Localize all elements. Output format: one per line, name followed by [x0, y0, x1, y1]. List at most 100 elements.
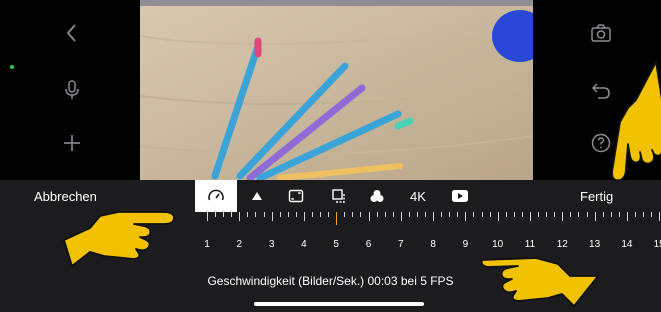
ruler-tick: [416, 212, 418, 217]
ruler-tick: [610, 212, 612, 217]
ruler-tick: [271, 212, 273, 221]
ruler-tick: [368, 212, 370, 221]
ruler-tick: [497, 212, 499, 221]
tab-speed[interactable]: [195, 180, 237, 212]
preview-image: [140, 6, 533, 180]
ruler-label-1: 1: [204, 239, 210, 250]
ruler-tick: [594, 212, 596, 221]
ruler-tick: [449, 212, 451, 217]
ruler-tick: [231, 212, 233, 217]
ruler-tick: [530, 212, 531, 221]
camera-preview: [140, 6, 533, 180]
ruler-tick: [433, 212, 435, 221]
ruler-tick: [546, 212, 548, 217]
ruler-tick: [505, 212, 507, 217]
ruler-tick: [311, 212, 313, 217]
ruler-tick: [255, 212, 257, 217]
ruler-tick: [538, 212, 540, 217]
pointing-hand-annotation: [480, 257, 599, 307]
ruler-tick: [279, 212, 281, 217]
tab-color-filter[interactable]: [366, 182, 388, 210]
triangle-up-icon: [252, 192, 262, 200]
back-button[interactable]: [57, 18, 87, 48]
ruler-tick: [465, 212, 467, 221]
ruler-label-14: 14: [621, 239, 633, 250]
tab-resolution[interactable]: 4K: [405, 182, 431, 210]
ruler-label-6: 6: [365, 239, 372, 250]
ruler-tick: [425, 212, 427, 217]
ruler-tick: [239, 212, 241, 221]
ruler-label-9: 9: [462, 239, 469, 250]
ruler-label-11: 11: [524, 239, 536, 250]
ruler-tick: [562, 212, 564, 221]
ruler-label-8: 8: [430, 239, 436, 250]
ruler-tick: [295, 212, 297, 217]
play-icon: [452, 190, 468, 202]
pointing-hand-annotation: [611, 61, 661, 182]
ruler-tick: [570, 212, 572, 217]
ruler-tick: [643, 212, 645, 217]
ruler-tick: [618, 212, 620, 217]
camera-switch-button[interactable]: [586, 18, 616, 48]
ruler-tick: [215, 212, 217, 217]
ruler-tick: [457, 212, 459, 217]
speed-ruler-slider[interactable]: 123456789101112131415: [200, 212, 661, 257]
ruler-label-7: 7: [398, 239, 404, 250]
ruler-tick: [659, 212, 661, 221]
ruler-tick: [247, 212, 249, 217]
ruler-tick: [328, 212, 330, 217]
ruler-tick: [602, 212, 604, 217]
ruler-tick: [441, 212, 443, 217]
ruler-label-3: 3: [268, 239, 275, 250]
ruler-tick: [513, 212, 515, 217]
plus-icon: [64, 135, 80, 151]
resolution-label: 4K: [410, 188, 426, 204]
pointing-hand-annotation: [63, 211, 175, 267]
ruler-tick: [634, 212, 636, 217]
color-filter-icon: [370, 190, 384, 202]
microphone-button[interactable]: [57, 75, 87, 105]
ruler-tick: [626, 212, 628, 221]
recording-indicator-dot: [10, 65, 14, 69]
tab-aspect-ratio[interactable]: [285, 182, 307, 210]
ruler-tick: [376, 212, 378, 217]
tab-exposure[interactable]: [247, 182, 267, 210]
ruler-tick: [473, 212, 475, 217]
camera-icon: [591, 24, 611, 42]
ruler-tick: [360, 212, 362, 217]
ruler-label-10: 10: [492, 239, 504, 250]
ruler-tick: [223, 212, 225, 217]
ruler-tick: [521, 212, 523, 217]
camera-screen: Abbrechen Fertig 4K 1 2 3 4 5 6 7 8 9 10…: [0, 0, 661, 312]
ruler-tick: [489, 212, 491, 217]
tab-preview-play[interactable]: [449, 182, 471, 210]
ruler-label-5: 5: [333, 239, 339, 250]
ruler-tick: [303, 212, 305, 221]
speedometer-icon: [208, 189, 224, 201]
ruler-tick: [320, 212, 322, 217]
microphone-icon: [65, 80, 79, 99]
ruler-selected-marker: [336, 212, 338, 225]
ruler-tick: [344, 212, 346, 217]
ruler-tick: [586, 212, 588, 217]
add-button[interactable]: [57, 128, 87, 158]
ruler-label-15: 15: [653, 239, 661, 250]
ruler-label-12: 12: [556, 239, 568, 250]
ruler-tick: [408, 212, 410, 217]
ruler-tick: [392, 212, 394, 217]
ruler-label-2: 2: [236, 239, 243, 250]
home-indicator[interactable]: [254, 302, 424, 306]
ruler-tick: [263, 212, 265, 217]
aspect-ratio-icon: [288, 189, 304, 203]
ruler-tick: [554, 212, 556, 217]
ruler-tick: [287, 212, 289, 217]
ruler-label-4: 4: [301, 239, 307, 250]
ruler-tick: [400, 212, 402, 221]
done-button[interactable]: Fertig: [580, 189, 613, 204]
chevron-left-icon: [66, 24, 76, 42]
ruler-tick: [578, 212, 580, 217]
crop-layers-icon: [332, 189, 345, 203]
ruler-tick: [207, 212, 208, 221]
tab-layers[interactable]: [327, 182, 349, 210]
ruler-tick: [384, 212, 386, 217]
